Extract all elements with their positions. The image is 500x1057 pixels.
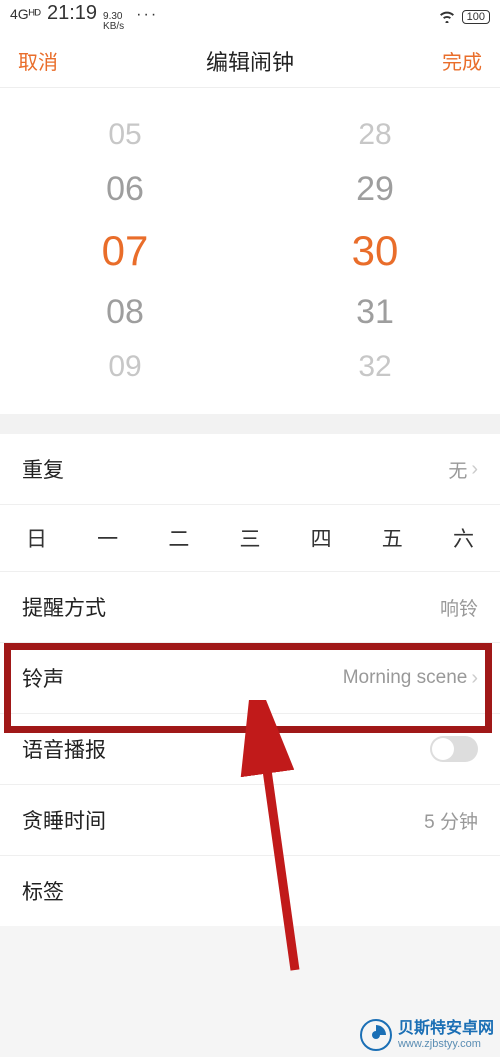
- ringtone-row[interactable]: 铃声 Morning scene ›: [0, 643, 500, 714]
- watermark: 贝斯特安卓网 www.zjbstyy.com: [360, 1019, 494, 1051]
- chevron-right-icon: ›: [471, 458, 478, 481]
- day-thu[interactable]: 四: [311, 523, 332, 553]
- minute-option[interactable]: 31: [356, 293, 394, 332]
- repeat-row[interactable]: 重复 无 ›: [0, 434, 500, 505]
- navbar: 取消 编辑闹钟 完成: [0, 34, 500, 88]
- hour-option[interactable]: 05: [108, 118, 141, 152]
- snooze-value: 5 分钟: [424, 807, 478, 834]
- voice-row[interactable]: 语音播报: [0, 714, 500, 785]
- watermark-logo-icon: [360, 1019, 392, 1051]
- cancel-button[interactable]: 取消: [18, 46, 58, 75]
- day-sat[interactable]: 六: [453, 523, 474, 553]
- hour-option[interactable]: 06: [106, 170, 144, 209]
- wifi-icon: [438, 9, 456, 26]
- watermark-url: www.zjbstyy.com: [398, 1038, 494, 1050]
- day-sun[interactable]: 日: [26, 523, 47, 553]
- repeat-value: 无 ›: [448, 456, 478, 483]
- tag-label: 标签: [22, 876, 64, 906]
- ringtone-label: 铃声: [22, 663, 64, 693]
- minute-option[interactable]: 28: [358, 118, 391, 152]
- repeat-label: 重复: [22, 454, 64, 484]
- remind-row[interactable]: 提醒方式 响铃: [0, 572, 500, 643]
- remind-value: 响铃: [440, 594, 478, 621]
- hour-selected[interactable]: 07: [102, 227, 149, 275]
- voice-label: 语音播报: [22, 734, 106, 764]
- ringtone-value: Morning scene ›: [343, 667, 478, 690]
- page-title: 编辑闹钟: [58, 45, 442, 77]
- remind-label: 提醒方式: [22, 592, 106, 622]
- divider: [0, 414, 500, 434]
- weekday-row[interactable]: 日 一 二 三 四 五 六: [0, 505, 500, 572]
- day-mon[interactable]: 一: [97, 523, 118, 553]
- settings-list: 重复 无 › 日 一 二 三 四 五 六 提醒方式 响铃 铃声 Morning …: [0, 434, 500, 926]
- watermark-name: 贝斯特安卓网: [398, 1020, 494, 1038]
- minute-column[interactable]: 28 29 30 31 32: [250, 118, 500, 384]
- battery-icon: 100: [462, 10, 490, 24]
- minute-option[interactable]: 32: [358, 350, 391, 384]
- status-speed: 9.30 KB/s: [103, 12, 124, 32]
- hour-column[interactable]: 05 06 07 08 09: [0, 118, 250, 384]
- done-button[interactable]: 完成: [442, 46, 482, 75]
- status-time: 21:19: [47, 2, 97, 25]
- tag-row[interactable]: 标签: [0, 856, 500, 926]
- status-bar: 4Gᴴᴰ 21:19 9.30 KB/s ··· 100: [0, 0, 500, 34]
- snooze-label: 贪睡时间: [22, 805, 106, 835]
- snooze-row[interactable]: 贪睡时间 5 分钟: [0, 785, 500, 856]
- chevron-right-icon: ›: [471, 667, 478, 690]
- hour-option[interactable]: 09: [108, 350, 141, 384]
- day-wed[interactable]: 三: [239, 523, 260, 553]
- hour-option[interactable]: 08: [106, 293, 144, 332]
- network-icon: 4Gᴴᴰ: [10, 6, 41, 22]
- more-icon: ···: [136, 6, 158, 24]
- time-picker[interactable]: 05 06 07 08 09 28 29 30 31 32: [0, 88, 500, 414]
- day-fri[interactable]: 五: [382, 523, 403, 553]
- voice-toggle[interactable]: [430, 736, 478, 762]
- minute-option[interactable]: 29: [356, 170, 394, 209]
- minute-selected[interactable]: 30: [352, 227, 399, 275]
- day-tue[interactable]: 二: [168, 523, 189, 553]
